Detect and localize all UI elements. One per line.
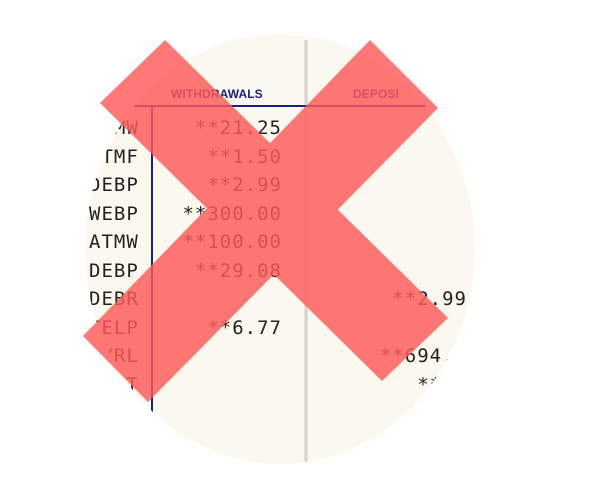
deposit-amount: **694.8 — [379, 345, 467, 367]
transaction-code: DEBR — [89, 288, 139, 310]
withdrawal-amount: **100.00 — [182, 231, 282, 253]
header-rule — [85, 105, 475, 107]
table-row: ATMW **21.25 — [85, 116, 475, 140]
table-row: 22ATMW**100.00 — [85, 230, 475, 254]
table-row: 24DEBR**2.99 — [85, 287, 475, 311]
transaction-code: ATMW — [89, 231, 139, 253]
table-row: .0DEBP**2.99 — [85, 173, 475, 197]
withdrawal-amount: **21.25 — [194, 117, 282, 139]
table-row: 21WEBP**300.00 — [85, 202, 475, 226]
circular-crop: ATION WITHDRAWALS DEPOSI ATMW**21.25/ATM… — [85, 34, 475, 464]
withdrawal-amount: **1.50 — [207, 145, 282, 168]
table-row: 23DEBP**29.08 — [85, 259, 475, 283]
description-column-header: ATION — [105, 87, 142, 101]
table-row: DEBT **50 — [85, 373, 475, 397]
transaction-code: ATMW — [89, 117, 139, 139]
deposit-amount: **2.99 — [392, 288, 467, 310]
deposits-column-header: DEPOSI — [353, 87, 399, 101]
transaction-code: DEBT — [89, 373, 139, 396]
transaction-code: DEBP — [89, 174, 139, 196]
transaction-code: PYRL — [89, 345, 139, 367]
transaction-code: DEBP — [89, 259, 139, 282]
deposit-amount: **50 — [417, 373, 467, 396]
transaction-code: TELP — [89, 316, 139, 339]
withdrawal-amount: **6.77 — [207, 316, 282, 339]
transaction-code: WEBP — [89, 202, 139, 225]
withdrawal-amount: **2.99 — [207, 174, 282, 196]
withdrawal-amount: **300.00 — [182, 202, 282, 225]
table-row: PYRL **694.8 — [85, 344, 475, 368]
table-row: 7TELP**6.77 — [85, 316, 475, 340]
withdrawals-column-header: WITHDRAWALS — [171, 87, 263, 101]
transaction-code: ATMF — [89, 145, 139, 168]
table-row: /ATMF**1.50 — [85, 145, 475, 169]
withdrawal-amount: **29.08 — [194, 259, 282, 282]
bank-statement: ATION WITHDRAWALS DEPOSI ATMW**21.25/ATM… — [85, 34, 475, 464]
statement-image: ATION WITHDRAWALS DEPOSI ATMW**21.25/ATM… — [0, 0, 614, 504]
